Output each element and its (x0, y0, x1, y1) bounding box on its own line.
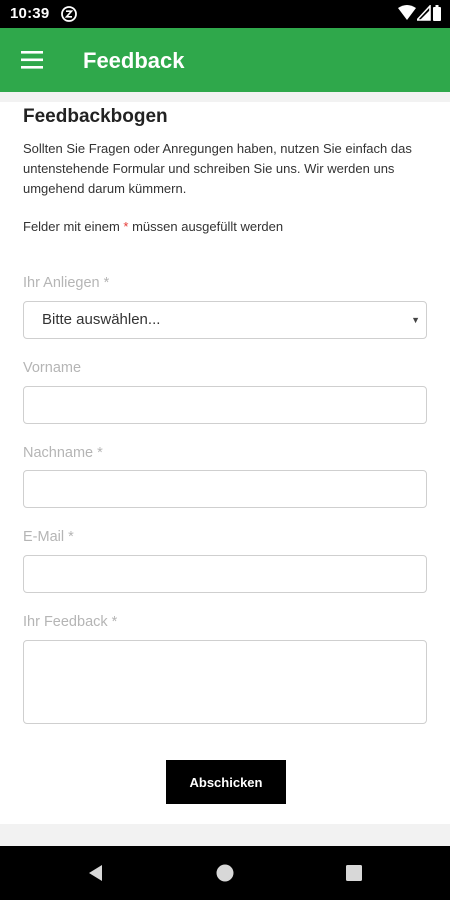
battery-icon (433, 5, 441, 21)
content-bottom-strip (0, 824, 450, 846)
concern-label: Ihr Anliegen * (23, 275, 110, 291)
page-title: Feedbackbogen (23, 106, 168, 127)
app-bar: Feedback (0, 28, 450, 92)
required-note-before: Felder mit einem (23, 219, 124, 234)
app-title: Feedback (83, 48, 185, 73)
signal-icon (417, 5, 431, 21)
home-icon[interactable] (216, 864, 234, 882)
feedback-textarea[interactable] (23, 640, 427, 724)
required-note-after: müssen ausgefüllt werden (128, 219, 284, 234)
last-name-label: Nachname * (23, 445, 103, 461)
concern-select[interactable]: Bitte auswählen... ▼ (23, 301, 427, 339)
feedback-label: Ihr Feedback * (23, 614, 118, 630)
content-top-strip (0, 92, 450, 102)
dropdown-arrow-icon: ▼ (411, 315, 420, 325)
intro-text: Sollten Sie Fragen oder Anregungen haben… (23, 141, 412, 196)
app-notification-icon (61, 6, 77, 22)
system-nav-bar (0, 846, 450, 900)
email-input[interactable] (23, 555, 427, 593)
status-time: 10:39 (10, 5, 50, 22)
submit-button[interactable]: Abschicken (166, 760, 286, 804)
concern-select-value: Bitte auswählen... (42, 311, 161, 328)
feedback-form-card: Feedbackbogen Sollten Sie Fragen oder An… (0, 102, 450, 824)
email-label: E-Mail * (23, 529, 74, 545)
last-name-input[interactable] (23, 470, 427, 508)
back-icon[interactable] (87, 864, 105, 882)
hamburger-menu-icon[interactable] (21, 48, 45, 72)
required-fields-note: Felder mit einem * müssen ausgefüllt wer… (23, 219, 283, 234)
recents-icon[interactable] (346, 865, 362, 881)
status-bar: 10:39 (0, 0, 450, 28)
wifi-icon (398, 5, 416, 20)
first-name-label: Vorname (23, 360, 82, 376)
first-name-input[interactable] (23, 386, 427, 424)
